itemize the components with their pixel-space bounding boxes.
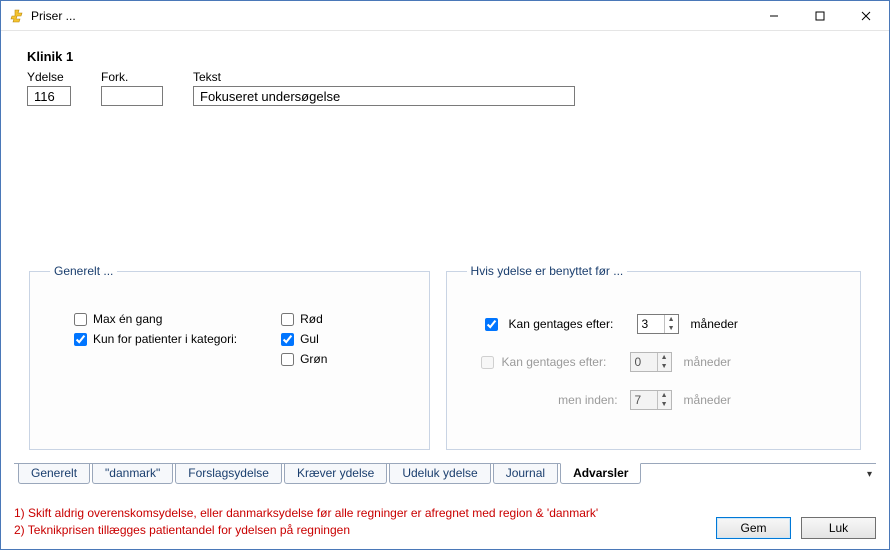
- spinner-down-icon: ▼: [658, 400, 671, 409]
- clinic-title: Klinik 1: [27, 49, 863, 64]
- fork-label: Fork.: [101, 70, 163, 84]
- ydelse-input[interactable]: [27, 86, 71, 106]
- only-category-label: Kun for patienter i kategori:: [93, 332, 237, 346]
- repeat2-unit: måneder: [684, 355, 731, 369]
- tab-journal[interactable]: Journal: [493, 464, 558, 484]
- category-green-checkbox[interactable]: [281, 353, 294, 366]
- repeat2-checkbox: [481, 356, 494, 369]
- category-red-label: Rød: [300, 312, 323, 326]
- repeat-fieldset: Hvis ydelse er benyttet før ... Kan gent…: [446, 264, 861, 450]
- max-once-label: Max én gang: [93, 312, 162, 326]
- spinner-up-icon[interactable]: ▲: [665, 315, 678, 324]
- tab-generelt[interactable]: Generelt: [18, 464, 90, 484]
- fork-input[interactable]: [101, 86, 163, 106]
- save-button[interactable]: Gem: [716, 517, 791, 539]
- category-red-checkbox[interactable]: [281, 313, 294, 326]
- app-icon: [9, 8, 25, 24]
- category-yellow-checkbox[interactable]: [281, 333, 294, 346]
- repeat1-checkbox[interactable]: [485, 318, 498, 331]
- general-fieldset: Generelt ... Max én gang Kun for patient…: [29, 264, 430, 450]
- category-green-row[interactable]: Grøn: [281, 352, 327, 366]
- tekst-label: Tekst: [193, 70, 575, 84]
- tab-advarsler[interactable]: Advarsler: [560, 463, 641, 484]
- tekst-input[interactable]: [193, 86, 575, 106]
- tab-overflow-icon[interactable]: ▾: [867, 469, 872, 480]
- maximize-button[interactable]: [797, 1, 843, 31]
- category-yellow-label: Gul: [300, 332, 319, 346]
- repeat1-value[interactable]: [638, 315, 664, 333]
- repeat-legend: Hvis ydelse er benyttet før ...: [467, 264, 628, 278]
- general-legend: Generelt ...: [50, 264, 117, 278]
- close-button[interactable]: [843, 1, 889, 31]
- repeat3-value: [631, 391, 657, 409]
- spinner-down-icon[interactable]: ▼: [665, 324, 678, 333]
- titlebar: Priser ...: [1, 1, 889, 31]
- repeat2-value: [631, 353, 657, 371]
- tab-danmark[interactable]: "danmark": [92, 464, 173, 484]
- warning-line-1: 1) Skift aldrig overenskomsydelse, eller…: [14, 505, 598, 522]
- repeat1-spinner[interactable]: ▲▼: [637, 314, 679, 334]
- max-once-checkbox[interactable]: [74, 313, 87, 326]
- warning-line-2: 2) Teknikprisen tillægges patientandel f…: [14, 522, 598, 539]
- only-category-checkbox[interactable]: [74, 333, 87, 346]
- repeat2-label: Kan gentages efter:: [502, 355, 622, 369]
- tab-udeluk-ydelse[interactable]: Udeluk ydelse: [389, 464, 490, 484]
- max-once-row[interactable]: Max én gang: [74, 312, 237, 326]
- repeat3-label: men inden:: [502, 393, 622, 407]
- category-red-row[interactable]: Rød: [281, 312, 327, 326]
- tabstrip: Generelt "danmark" Forslagsydelse Kræver…: [14, 463, 876, 485]
- tab-forslagsydelse[interactable]: Forslagsydelse: [175, 464, 282, 484]
- repeat2-spinner: ▲▼: [630, 352, 672, 372]
- spinner-down-icon: ▼: [658, 362, 671, 371]
- window-title: Priser ...: [31, 9, 76, 23]
- spinner-up-icon: ▲: [658, 353, 671, 362]
- spinner-up-icon: ▲: [658, 391, 671, 400]
- repeat1-unit: måneder: [691, 317, 738, 331]
- minimize-button[interactable]: [751, 1, 797, 31]
- repeat3-spinner: ▲▼: [630, 390, 672, 410]
- ydelse-label: Ydelse: [27, 70, 71, 84]
- close-dialog-button[interactable]: Luk: [801, 517, 876, 539]
- repeat3-unit: måneder: [684, 393, 731, 407]
- repeat1-label: Kan gentages efter:: [509, 317, 629, 331]
- tab-kraever-ydelse[interactable]: Kræver ydelse: [284, 464, 387, 484]
- only-category-row[interactable]: Kun for patienter i kategori:: [74, 332, 237, 346]
- category-green-label: Grøn: [300, 352, 327, 366]
- footer-warnings: 1) Skift aldrig overenskomsydelse, eller…: [14, 505, 598, 539]
- category-yellow-row[interactable]: Gul: [281, 332, 327, 346]
